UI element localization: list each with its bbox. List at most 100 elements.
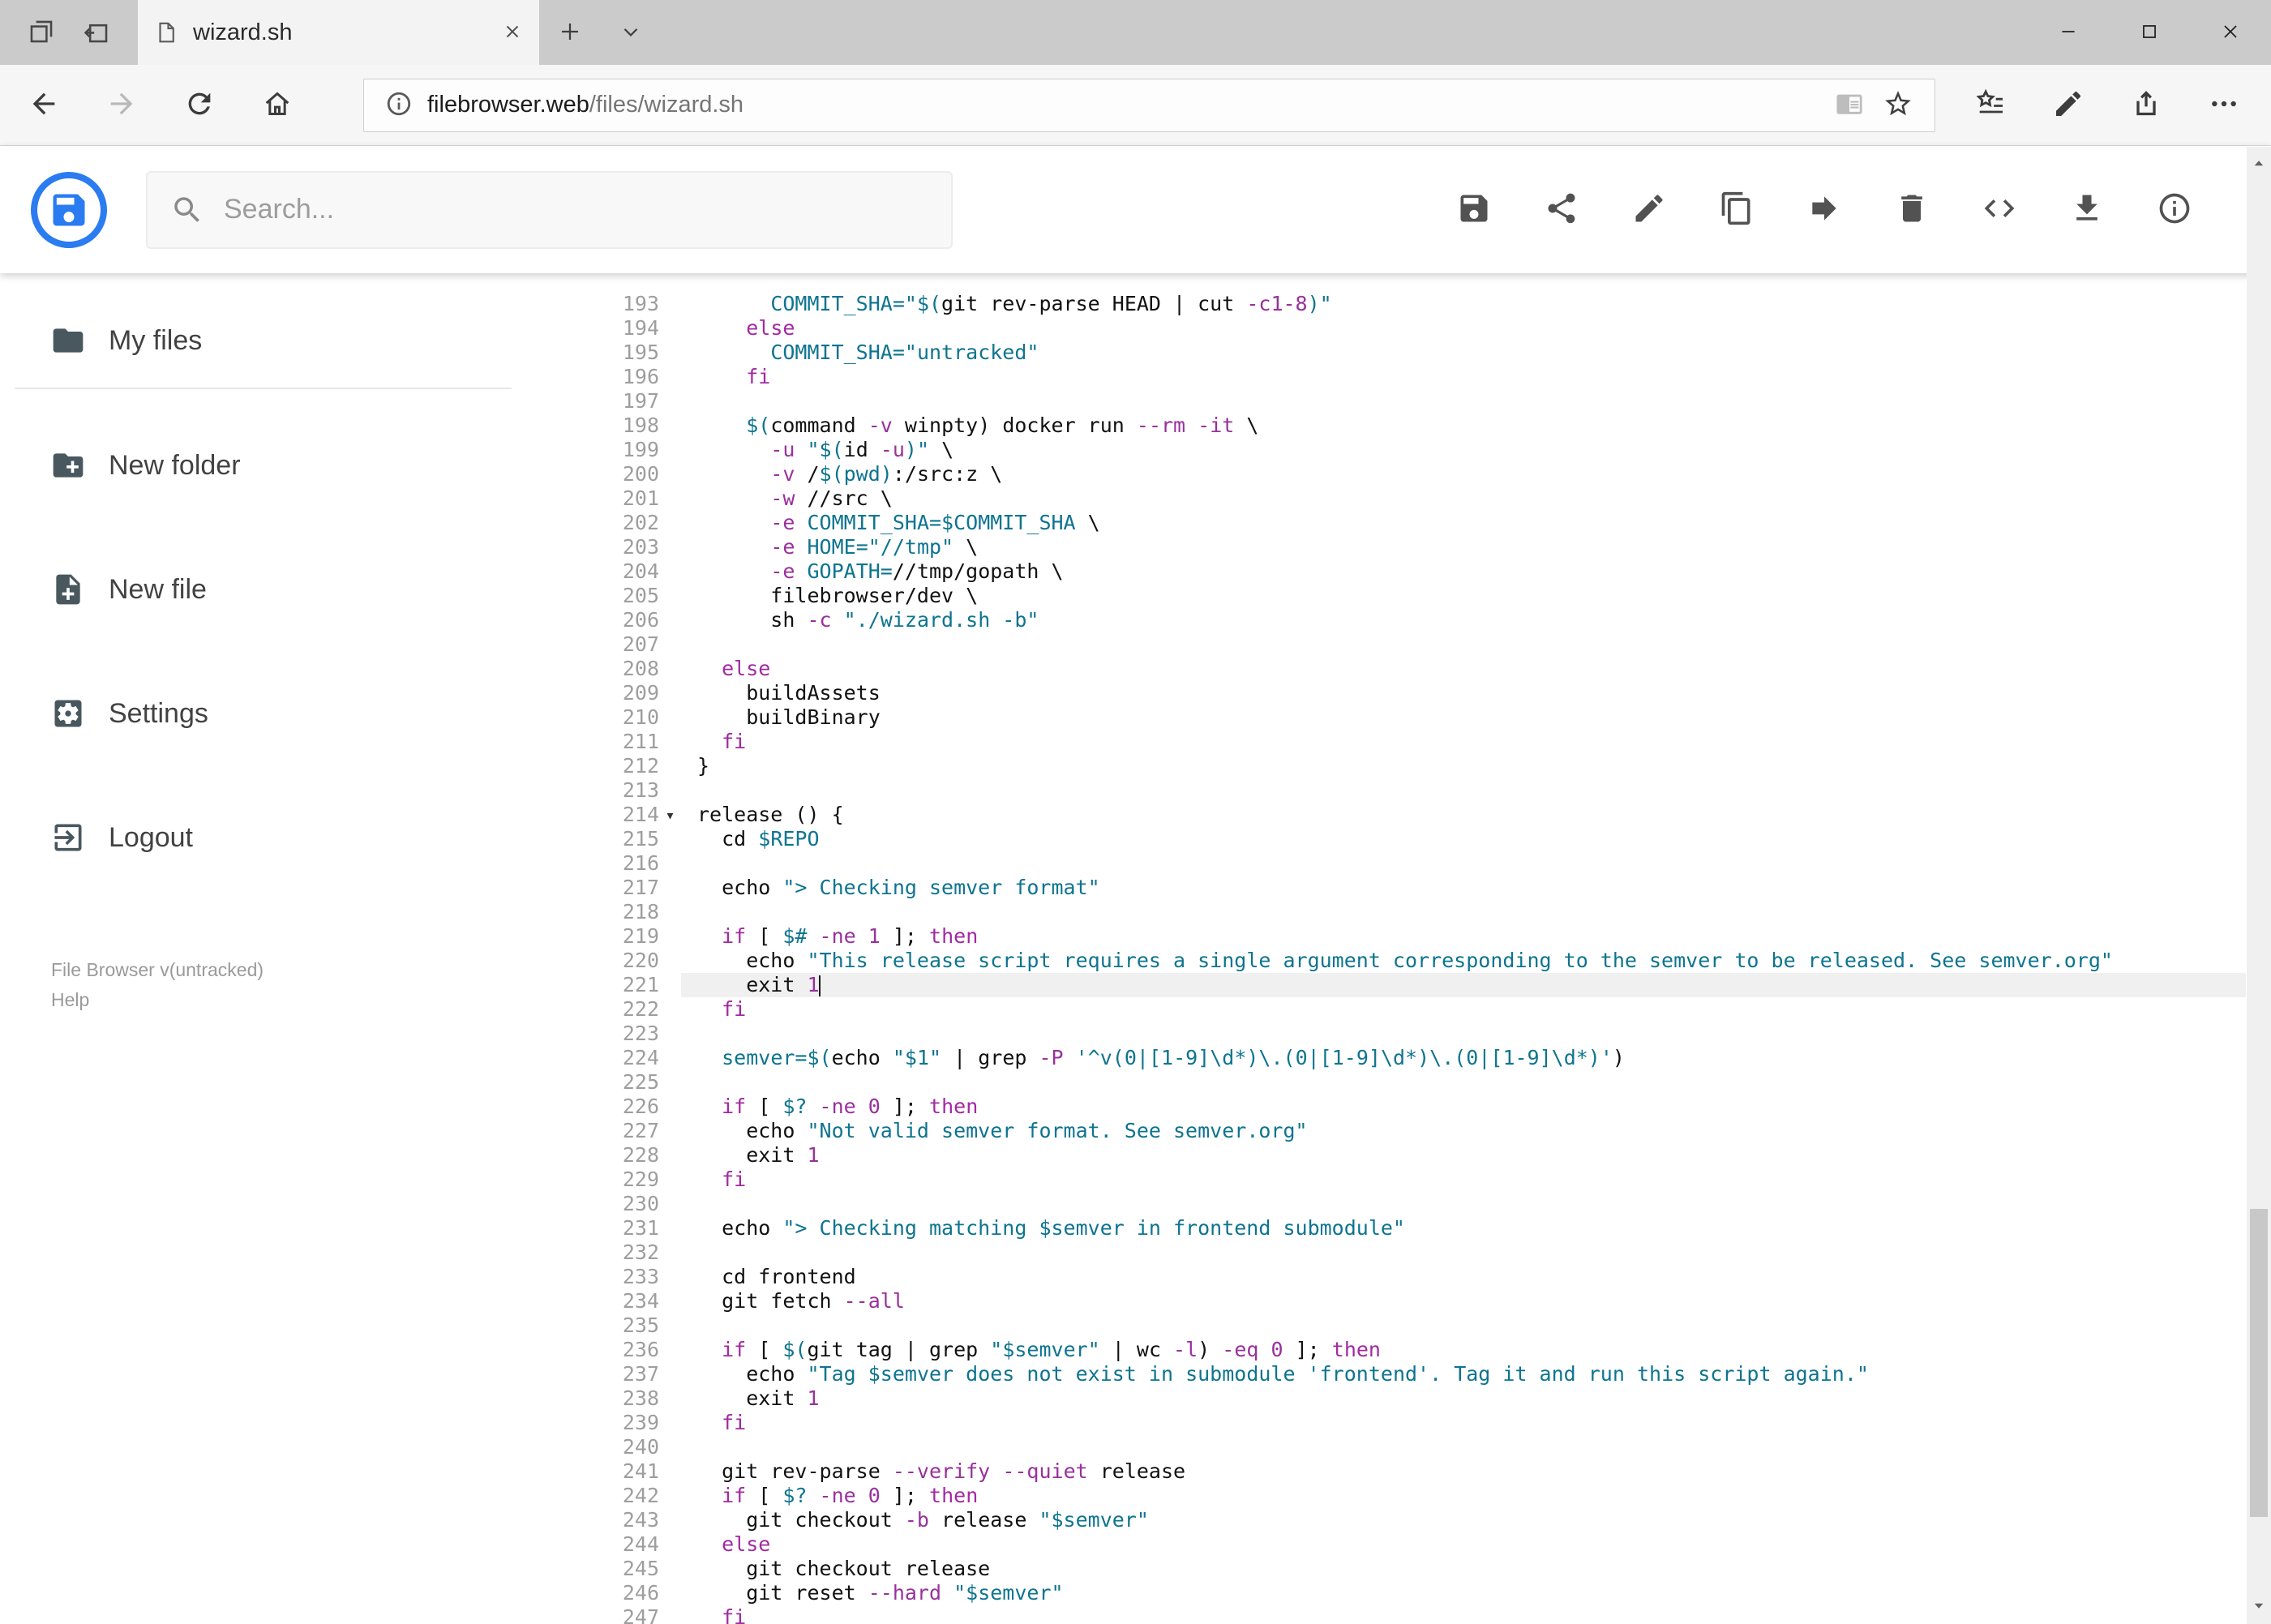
- code-line[interactable]: 206 sh -c "./wizard.sh -b": [521, 608, 2246, 632]
- code-line[interactable]: 202 -e COMMIT_SHA=$COMMIT_SHA \: [521, 511, 2246, 535]
- annotate-button[interactable]: [2029, 68, 2107, 143]
- code-line[interactable]: 234 git fetch --all: [521, 1289, 2246, 1313]
- code-line[interactable]: 193 COMMIT_SHA="$(git rev-parse HEAD | c…: [521, 292, 2246, 316]
- code-line[interactable]: 247 fi: [521, 1605, 2246, 1624]
- code-line[interactable]: 209 buildAssets: [521, 681, 2246, 705]
- code-line[interactable]: 233 cd frontend: [521, 1265, 2246, 1289]
- tabs-aside-button[interactable]: [28, 18, 55, 48]
- site-info-button[interactable]: [375, 90, 422, 120]
- code-editor[interactable]: 193 COMMIT_SHA="$(git rev-parse HEAD | c…: [521, 273, 2271, 1624]
- code-line[interactable]: 197: [521, 389, 2246, 413]
- code-line[interactable]: 239 fi: [521, 1411, 2246, 1435]
- info-button[interactable]: [2157, 192, 2192, 228]
- sidebar-item-settings[interactable]: Settings: [0, 673, 521, 754]
- code-line[interactable]: 227 echo "Not valid semver format. See s…: [521, 1119, 2246, 1143]
- search-box[interactable]: [146, 170, 953, 249]
- browser-tab[interactable]: wizard.sh: [138, 0, 539, 65]
- code-line[interactable]: 243 git checkout -b release "$semver": [521, 1508, 2246, 1532]
- code-line[interactable]: 241 git rev-parse --verify --quiet relea…: [521, 1459, 2246, 1484]
- sidebar-item-my-files[interactable]: My files: [0, 300, 521, 381]
- code-line[interactable]: 213: [521, 778, 2246, 803]
- code-line[interactable]: 232: [521, 1240, 2246, 1265]
- code-line[interactable]: 235: [521, 1313, 2246, 1338]
- tab-dropdown-button[interactable]: [600, 0, 661, 65]
- minimize-button[interactable]: [2028, 0, 2109, 65]
- code-line[interactable]: 215 cd $REPO: [521, 827, 2246, 851]
- code-line[interactable]: 217 echo "> Checking semver format": [521, 876, 2246, 900]
- move-button[interactable]: [1806, 192, 1842, 228]
- hub-button[interactable]: [1952, 68, 2029, 143]
- scroll-down-button[interactable]: [2247, 1588, 2271, 1624]
- address-bar[interactable]: filebrowser.web/files/wizard.sh: [363, 78, 1935, 132]
- filebrowser-logo[interactable]: [31, 171, 107, 248]
- code-line[interactable]: 236 if [ $(git tag | grep "$semver" | wc…: [521, 1338, 2246, 1362]
- share-file-button[interactable]: [1544, 192, 1579, 228]
- code-line[interactable]: 240: [521, 1435, 2246, 1459]
- more-options-button[interactable]: [2185, 68, 2263, 143]
- code-line[interactable]: 208 else: [521, 657, 2246, 681]
- share-button[interactable]: [2107, 68, 2185, 143]
- delete-button[interactable]: [1894, 192, 1930, 228]
- home-button[interactable]: [238, 68, 316, 143]
- scrollbar[interactable]: [2247, 147, 2271, 1624]
- copy-button[interactable]: [1719, 191, 1755, 228]
- url-text[interactable]: filebrowser.web/files/wizard.sh: [427, 92, 1826, 118]
- code-line[interactable]: 214 ▾ release () {: [521, 803, 2246, 827]
- code-line[interactable]: 226 if [ $? -ne 0 ]; then: [521, 1095, 2246, 1119]
- code-line[interactable]: 201 -w //src \: [521, 486, 2246, 511]
- maximize-button[interactable]: [2109, 0, 2190, 65]
- download-button[interactable]: [2069, 192, 2105, 228]
- refresh-button[interactable]: [161, 68, 238, 143]
- code-line[interactable]: 195 COMMIT_SHA="untracked": [521, 341, 2246, 365]
- scrollbar-thumb[interactable]: [2250, 1209, 2268, 1517]
- code-line[interactable]: 200 -v /$(pwd):/src:z \: [521, 462, 2246, 486]
- code-line[interactable]: 245 git checkout release: [521, 1557, 2246, 1581]
- new-tab-button[interactable]: [539, 0, 600, 65]
- code-line[interactable]: 223: [521, 1022, 2246, 1046]
- code-line[interactable]: 238 exit 1: [521, 1386, 2246, 1411]
- code-line[interactable]: 198 $(command -v winpty) docker run --rm…: [521, 413, 2246, 438]
- code-line[interactable]: 219 if [ $# -ne 1 ]; then: [521, 924, 2246, 949]
- reading-view-button[interactable]: [1826, 90, 1873, 120]
- code-line[interactable]: 222 fi: [521, 997, 2246, 1022]
- back-button[interactable]: [5, 68, 83, 143]
- search-input[interactable]: [224, 194, 928, 225]
- code-button[interactable]: [1982, 192, 2017, 228]
- sidebar-item-new-file[interactable]: New file: [0, 549, 521, 630]
- code-line[interactable]: 237 echo "Tag $semver does not exist in …: [521, 1362, 2246, 1386]
- code-line[interactable]: 210 buildBinary: [521, 705, 2246, 730]
- code-line[interactable]: 204 -e GOPATH=//tmp/gopath \: [521, 559, 2246, 584]
- help-link[interactable]: Help: [51, 985, 521, 1015]
- code-line[interactable]: 199 -u "$(id -u)" \: [521, 438, 2246, 462]
- tab-preview-button[interactable]: [83, 18, 110, 48]
- code-line[interactable]: 218: [521, 900, 2246, 924]
- code-line[interactable]: 205 filebrowser/dev \: [521, 584, 2246, 608]
- code-line[interactable]: 230: [521, 1192, 2246, 1216]
- code-line[interactable]: 229 fi: [521, 1168, 2246, 1192]
- code-line[interactable]: 216: [521, 851, 2246, 876]
- fold-arrow-icon[interactable]: ▾: [659, 803, 681, 827]
- favorite-button[interactable]: [1873, 88, 1923, 122]
- code-line[interactable]: 196 fi: [521, 365, 2246, 389]
- tab-close-button[interactable]: [502, 21, 523, 45]
- code-line[interactable]: 246 git reset --hard "$semver": [521, 1581, 2246, 1605]
- code-line[interactable]: 244 else: [521, 1532, 2246, 1557]
- sidebar-item-new-folder[interactable]: New folder: [0, 425, 521, 506]
- code-line[interactable]: 194 else: [521, 316, 2246, 341]
- sidebar-item-logout[interactable]: Logout: [0, 797, 521, 878]
- code-line[interactable]: 221 exit 1: [521, 973, 2246, 997]
- forward-button[interactable]: [83, 68, 161, 143]
- code-line[interactable]: 242 if [ $? -ne 0 ]; then: [521, 1484, 2246, 1508]
- code-line[interactable]: 228 exit 1: [521, 1143, 2246, 1168]
- edit-button[interactable]: [1631, 192, 1667, 228]
- code-line[interactable]: 231 echo "> Checking matching $semver in…: [521, 1216, 2246, 1240]
- code-line[interactable]: 211 fi: [521, 730, 2246, 754]
- code-line[interactable]: 225: [521, 1070, 2246, 1095]
- close-button[interactable]: [2190, 0, 2271, 65]
- save-button[interactable]: [1456, 192, 1492, 228]
- code-line[interactable]: 220 echo "This release script requires a…: [521, 949, 2246, 973]
- scroll-up-button[interactable]: [2247, 147, 2271, 182]
- code-line[interactable]: 224 semver=$(echo "$1" | grep -P '^v(0|[…: [521, 1046, 2246, 1070]
- code-line[interactable]: 203 -e HOME="//tmp" \: [521, 535, 2246, 559]
- code-line[interactable]: 207: [521, 632, 2246, 657]
